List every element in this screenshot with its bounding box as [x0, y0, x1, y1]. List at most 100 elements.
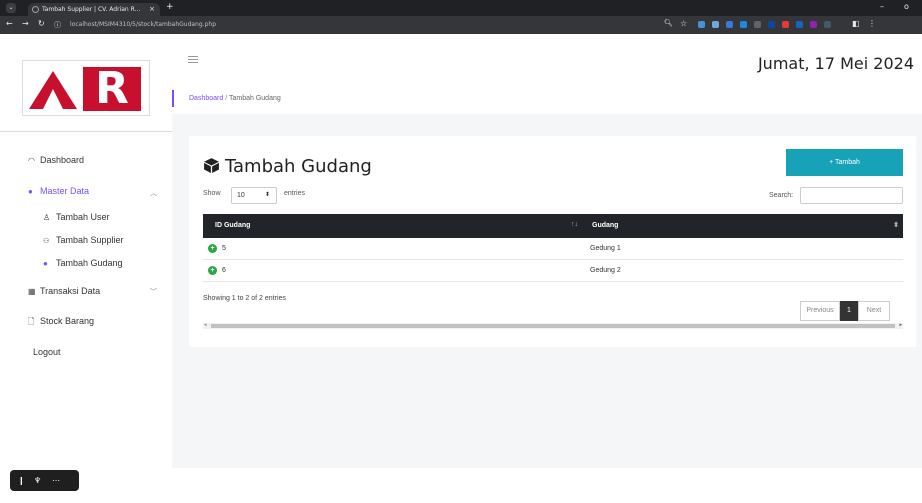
- sidebar-item-transaksi-data[interactable]: ▦ Transaksi Data: [28, 286, 100, 296]
- accent-line: [172, 90, 174, 107]
- sort-asc-icon[interactable]: ↑↓: [571, 221, 578, 228]
- sidebar-item-label: Logout: [33, 347, 61, 357]
- tab-favicon-icon: [32, 6, 39, 13]
- select-arrows-icon: ⬍: [264, 192, 270, 198]
- previous-page-button[interactable]: Previous: [800, 301, 840, 321]
- top-bar: Jumat, 17 Mei 2024 Dashboard / Tambah Gu…: [172, 34, 922, 114]
- breadcrumb-home-link[interactable]: Dashboard: [189, 95, 223, 102]
- sidebar-item-master-data[interactable]: ● Master Data: [28, 186, 89, 196]
- scrollbar-thumb[interactable]: [211, 324, 895, 328]
- entries-label: entries: [284, 190, 306, 197]
- entries-select-value: 10: [237, 192, 245, 199]
- logo-a-inner: [43, 89, 63, 109]
- extension-icon[interactable]: [712, 21, 719, 28]
- table-info: Showing 1 to 2 of 2 entries: [203, 295, 286, 302]
- column-header-id-gudang[interactable]: ID Gudang: [215, 222, 250, 229]
- forward-icon[interactable]: →: [22, 19, 29, 28]
- cell-id-gudang: 5: [222, 245, 226, 252]
- tab-title: Tambah Supplier | CV. Adrian R...: [42, 6, 141, 13]
- entries-select[interactable]: 10 ⬍: [231, 187, 277, 204]
- table-row[interactable]: + 6 Gedung 2: [203, 260, 903, 282]
- table-icon: ▦: [28, 287, 36, 296]
- logo: R: [22, 60, 150, 116]
- extension-icon[interactable]: [796, 21, 803, 28]
- sort-icon[interactable]: ⬍: [893, 221, 899, 229]
- browser-tab[interactable]: Tambah Supplier | CV. Adrian R... ×: [28, 3, 160, 16]
- add-gudang-button[interactable]: + Tambah: [786, 149, 903, 176]
- dashboard-icon: ◠: [28, 156, 35, 165]
- box-icon: ●: [43, 259, 48, 268]
- restore-button[interactable]: o: [904, 2, 909, 11]
- sidebar-subitem-label: Tambah User: [56, 212, 110, 222]
- zoom-icon[interactable]: 🔍︎: [664, 19, 673, 27]
- current-date: Jumat, 17 Mei 2024: [757, 54, 914, 73]
- sidebar-subitem-label: Tambah Supplier: [56, 235, 124, 245]
- extension-icon[interactable]: [740, 21, 747, 28]
- cell-gudang: Gedung 2: [590, 267, 621, 274]
- chevron-up-icon[interactable]: ︿: [150, 188, 157, 198]
- next-page-button[interactable]: Next: [858, 301, 890, 321]
- sidebar-subitem-tambah-supplier[interactable]: ⚇ Tambah Supplier: [43, 235, 124, 245]
- column-header-gudang[interactable]: Gudang: [592, 222, 618, 229]
- extension-icon[interactable]: [726, 21, 733, 28]
- more-icon[interactable]: ⋯: [52, 470, 60, 491]
- sidepanel-icon[interactable]: ◧: [852, 19, 860, 28]
- gudang-card: Tambah Gudang + Tambah Show 10 ⬍ entries…: [189, 136, 916, 347]
- sidebar-item-label: Stock Barang: [40, 316, 95, 326]
- sidebar: R ◠ Dashboard ● Master Data ︿ ♙ Tambah User…: [0, 34, 172, 503]
- address-bar: ← → ↻ ⓘ localhost/MSIM4310/5/stock/tamba…: [0, 16, 922, 34]
- reload-icon[interactable]: ↻: [38, 19, 45, 28]
- horizontal-scrollbar[interactable]: ◂ ▸: [203, 322, 903, 329]
- users-icon: ⚇: [43, 238, 50, 245]
- cell-gudang: Gedung 1: [590, 245, 621, 252]
- show-label: Show: [203, 190, 221, 197]
- sidebar-item-label: Transaksi Data: [40, 286, 101, 296]
- sidebar-item-label: Master Data: [40, 186, 90, 196]
- master-data-icon: ●: [28, 187, 33, 196]
- search-label: Search:: [769, 192, 794, 199]
- expand-row-icon[interactable]: +: [208, 266, 217, 275]
- screen-recorder-widget[interactable]: ❙ ♆ ⋯: [10, 470, 79, 491]
- extension-icon[interactable]: [754, 21, 761, 28]
- extension-icon[interactable]: [768, 21, 775, 28]
- extension-icon[interactable]: [782, 21, 789, 28]
- table-header: ID Gudang ↑↓ Gudang ⬍: [203, 214, 903, 238]
- scroll-right-icon[interactable]: ▸: [899, 322, 902, 328]
- hamburger-menu-icon[interactable]: [188, 56, 198, 65]
- extension-icon[interactable]: [810, 21, 817, 28]
- search-input[interactable]: [800, 187, 903, 204]
- new-tab-button[interactable]: +: [166, 2, 174, 12]
- minimize-button[interactable]: –: [880, 2, 884, 11]
- chevron-down-icon[interactable]: ﹀: [150, 287, 157, 297]
- tab-close-icon[interactable]: ×: [149, 3, 155, 16]
- menu-icon[interactable]: ⋮: [868, 19, 876, 28]
- url-field[interactable]: localhost/MSIM4310/5/stock/tambahGudang.…: [64, 19, 454, 31]
- logo-r: R: [83, 67, 141, 111]
- sidebar-subitem-tambah-user[interactable]: ♙ Tambah User: [43, 212, 110, 222]
- breadcrumb-separator: /: [225, 95, 228, 102]
- bookmark-star-icon[interactable]: ☆: [680, 19, 687, 28]
- box-icon: [204, 158, 219, 173]
- sidebar-divider: [0, 131, 172, 132]
- app: R ◠ Dashboard ● Master Data ︿ ♙ Tambah User…: [0, 34, 922, 503]
- expand-row-icon[interactable]: +: [208, 244, 217, 253]
- sidebar-subitem-tambah-gudang[interactable]: ● Tambah Gudang: [43, 258, 123, 268]
- main-content: Jumat, 17 Mei 2024 Dashboard / Tambah Gu…: [172, 34, 922, 503]
- site-info-icon[interactable]: ⓘ: [54, 20, 61, 30]
- back-icon[interactable]: ←: [6, 19, 13, 28]
- footer: [172, 468, 922, 503]
- browser-tab-strip: ⌄ Tambah Supplier | CV. Adrian R... × + …: [0, 0, 922, 16]
- tab-list-button[interactable]: ⌄: [6, 3, 16, 13]
- sidebar-item-dashboard[interactable]: ◠ Dashboard: [28, 155, 84, 165]
- breadcrumb-current: Tambah Gudang: [228, 95, 281, 102]
- user-icon: ♙: [43, 213, 51, 222]
- extension-icon[interactable]: [824, 21, 831, 28]
- pause-icon[interactable]: ❙: [18, 470, 25, 491]
- table-row[interactable]: + 5 Gedung 1: [203, 238, 903, 260]
- scroll-left-icon[interactable]: ◂: [204, 322, 207, 328]
- sidebar-item-logout[interactable]: Logout: [33, 347, 61, 357]
- sidebar-item-stock-barang[interactable]: 🗋︎ Stock Barang: [28, 316, 94, 330]
- mic-icon[interactable]: ♆: [34, 470, 41, 491]
- page-1-button[interactable]: 1: [840, 301, 858, 321]
- extension-icon[interactable]: [698, 21, 705, 28]
